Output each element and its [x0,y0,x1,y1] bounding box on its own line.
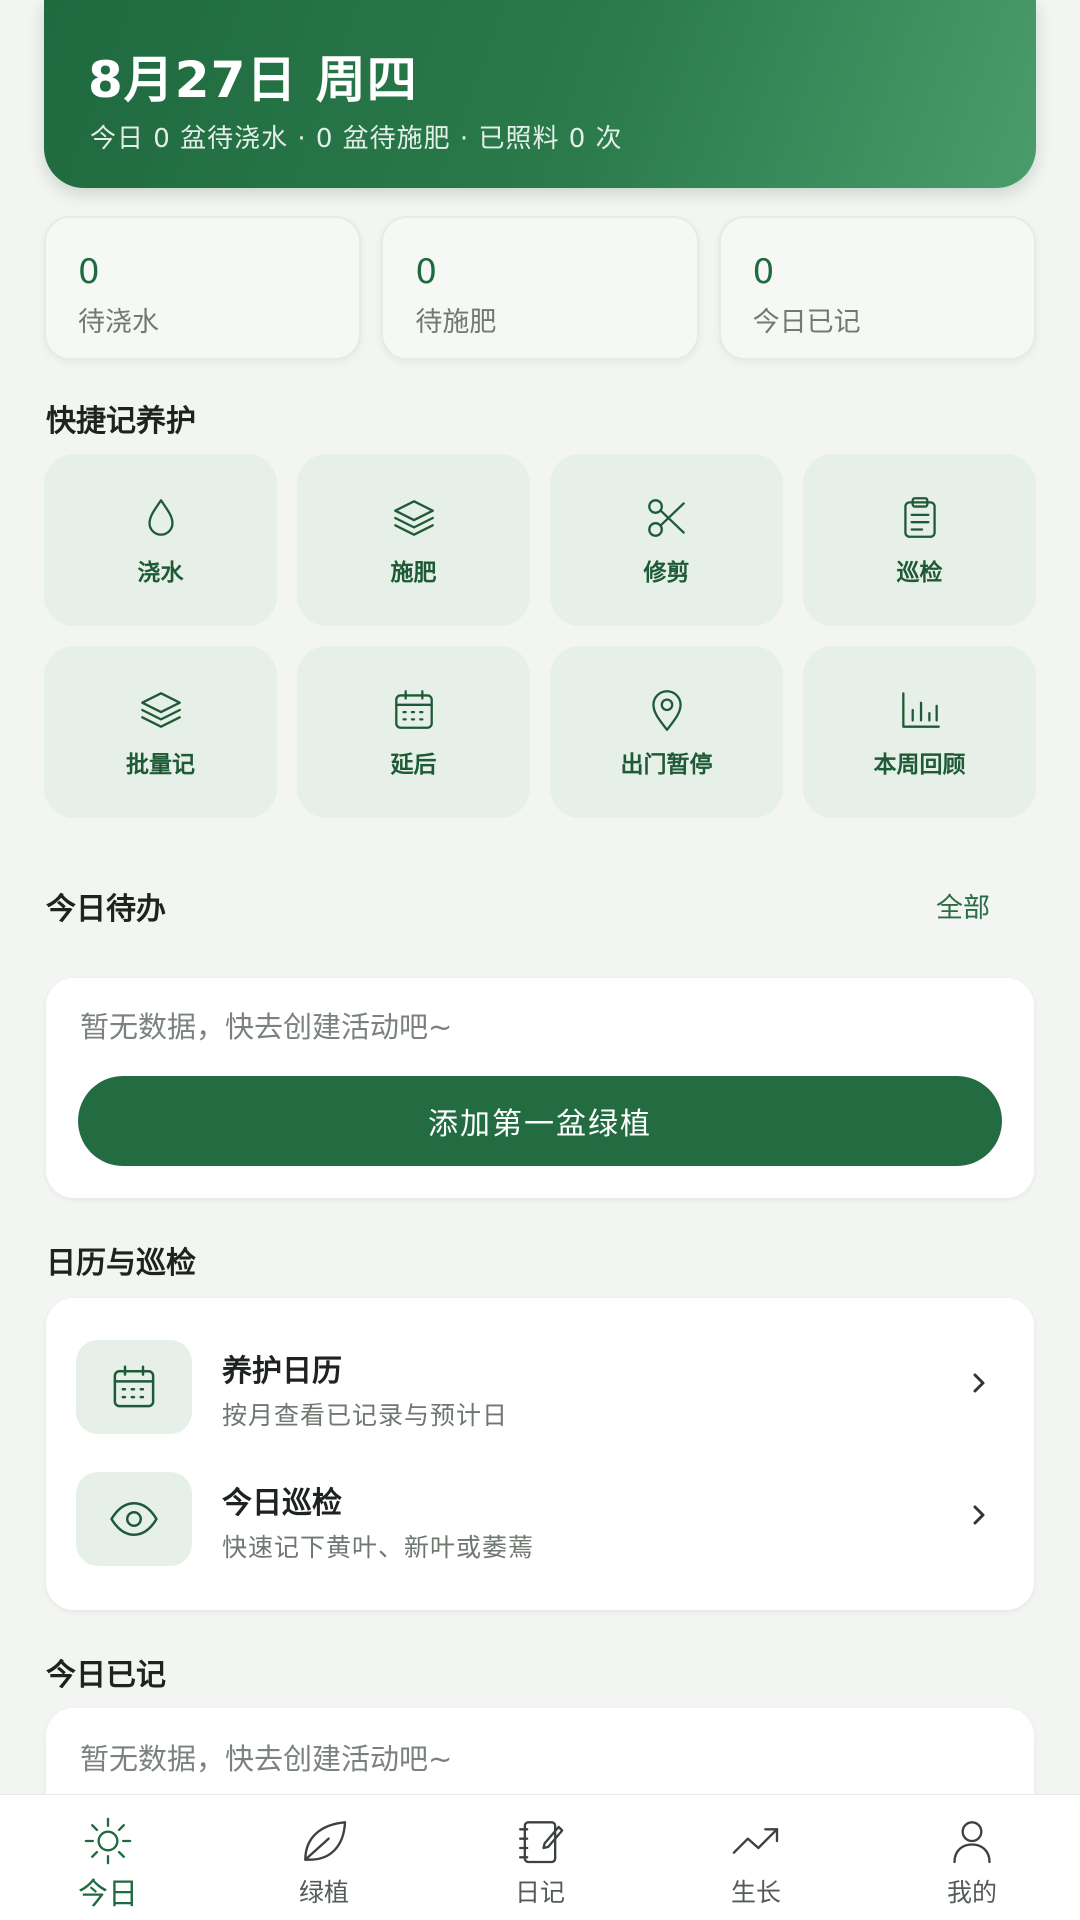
location-pin-icon [651,690,682,731]
stat-card-water[interactable]: 0 待浇水 [44,216,362,360]
empty-state-text: 暂无数据，快去创建活动吧~ [80,1010,453,1044]
calendar-icon [394,690,433,729]
calendar-icon [113,1365,155,1408]
quick-label: 批量记 [126,752,195,778]
calendar-card: 养护日历 按月查看已记录与预计日 今日巡检 快速记下黄叶、新叶或萎蔫 [46,1298,1034,1610]
trending-up-icon [732,1828,779,1854]
stat-label: 待浇水 [78,307,159,338]
leaf-icon [304,1821,347,1861]
notebook-icon [519,1821,564,1864]
section-title-recorded: 今日已记 [46,1658,166,1693]
stat-value: 0 [415,252,437,292]
nav-growth[interactable]: 生长 [648,1795,864,1920]
nav-label: 日记 [514,1878,565,1907]
quick-label: 修剪 [643,560,690,586]
quick-label: 浇水 [137,560,184,586]
section-title-calendar: 日历与巡检 [46,1246,196,1281]
stat-value: 0 [752,252,775,292]
row-icon-bg [76,1472,192,1566]
nav-label: 绿植 [298,1878,349,1907]
quick-label: 施肥 [390,560,437,586]
today-page: 8月27日 周四 今日 0 盆待浇水 · 0 盆待施肥 · 已照料 0 次 0 … [0,0,1080,1920]
bar-chart-icon [901,692,940,728]
chevron-right-icon [964,1368,994,1398]
quick-batch-button[interactable]: 批量记 [44,646,277,818]
bottom-nav: 今日 绿植 日记 生长 我的 [0,1794,1080,1920]
nav-mine[interactable]: 我的 [864,1795,1080,1920]
todo-card: 暂无数据，快去创建活动吧~ 添加第一盆绿植 [46,978,1034,1198]
header-summary: 今日 0 盆待浇水 · 0 盆待施肥 · 已照料 0 次 [90,124,623,154]
nav-label: 今日 [78,1877,138,1912]
quick-prune-button[interactable]: 修剪 [550,454,783,626]
header-date: 8月27日 周四 [88,51,418,109]
nav-diary[interactable]: 日记 [432,1795,648,1920]
section-title-todo: 今日待办 [46,892,166,927]
clipboard-icon [903,497,936,538]
section-title-quick: 快捷记养护 [46,404,196,439]
view-all-link[interactable]: 全部 [936,886,990,925]
row-title: 今日巡检 [222,1486,342,1521]
user-icon [953,1821,991,1864]
row-title: 养护日历 [222,1354,342,1389]
quick-water-button[interactable]: 浇水 [44,454,277,626]
quick-away-button[interactable]: 出门暂停 [550,646,783,818]
empty-state-text: 暂无数据，快去创建活动吧~ [80,1742,453,1776]
nav-label: 我的 [946,1878,997,1907]
nav-label: 生长 [730,1878,781,1907]
stats-row: 0 待浇水 0 待施肥 0 今日已记 [44,216,1036,360]
row-icon-bg [76,1340,192,1434]
header-card: 8月27日 周四 今日 0 盆待浇水 · 0 盆待施肥 · 已照料 0 次 [44,0,1036,188]
stat-card-fertilize[interactable]: 0 待施肥 [381,216,699,360]
quick-label: 巡检 [896,560,943,586]
row-subtitle: 按月查看已记录与预计日 [222,1401,509,1430]
quick-inspect-button[interactable]: 巡检 [803,454,1036,626]
stat-card-recorded[interactable]: 0 今日已记 [718,216,1036,360]
quick-actions-grid: 浇水 施肥 修剪 巡检 批量记 延后 出门暂停 本周回顾 [44,454,1036,818]
quick-label: 延后 [390,752,437,778]
nav-plants[interactable]: 绿植 [216,1795,432,1920]
quick-fertilize-button[interactable]: 施肥 [297,454,530,626]
quick-weekly-review-button[interactable]: 本周回顾 [803,646,1036,818]
nav-today[interactable]: 今日 [0,1795,216,1920]
add-first-plant-button[interactable]: 添加第一盆绿植 [78,1076,1002,1166]
chevron-right-icon [964,1500,994,1530]
row-subtitle: 快速记下黄叶、新叶或萎蔫 [222,1533,535,1562]
quick-postpone-button[interactable]: 延后 [297,646,530,818]
stack-icon [140,692,181,728]
quick-label: 出门暂停 [620,752,713,778]
today-inspection-row[interactable]: 今日巡检 快速记下黄叶、新叶或萎蔫 [46,1454,1034,1586]
stat-label: 待施肥 [415,307,497,338]
layers-icon [393,500,434,536]
scissors-icon [647,499,685,537]
stat-label: 今日已记 [752,307,861,338]
water-drop-icon [147,499,174,536]
eye-icon [110,1502,158,1536]
care-calendar-row[interactable]: 养护日历 按月查看已记录与预计日 [46,1322,1034,1454]
sun-icon [84,1817,132,1865]
stat-value: 0 [78,252,100,292]
quick-label: 本周回顾 [873,752,966,778]
